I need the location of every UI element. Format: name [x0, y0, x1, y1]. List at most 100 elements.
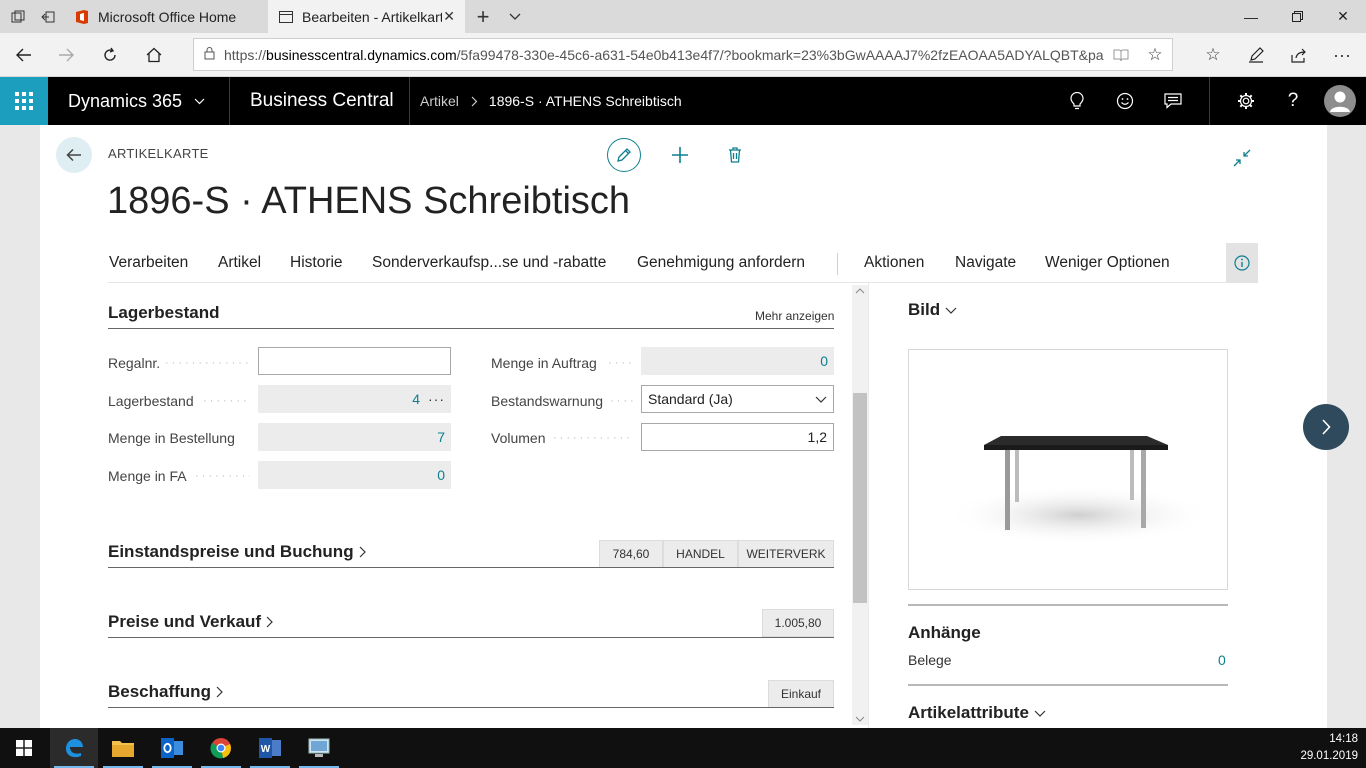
menu-artikel[interactable]: Artikel	[218, 243, 261, 283]
chrome-icon[interactable]	[197, 728, 245, 768]
reading-view-icon[interactable]	[1104, 48, 1138, 62]
settings-gear-icon[interactable]	[1226, 77, 1266, 125]
delete-button[interactable]	[718, 138, 752, 172]
refresh-icon[interactable]	[90, 33, 130, 77]
summary-tag: 1.005,80	[762, 609, 834, 637]
section-title-lagerbestand: Lagerbestand	[108, 303, 220, 322]
factbox-picture-header[interactable]: Bild	[908, 300, 957, 320]
page-title: 1896-S · ATHENS Schreibtisch	[107, 180, 631, 222]
section-header-einstand[interactable]: Einstandspreise und Buchung	[108, 542, 366, 562]
belege-label: Belege	[908, 652, 952, 668]
chevron-right-icon	[471, 96, 478, 106]
scroll-up-icon[interactable]	[855, 288, 865, 294]
attributes-header[interactable]: Artikelattribute	[908, 703, 1046, 723]
lagerbestand-field[interactable]: 4 ···	[258, 385, 451, 413]
notifications-icon[interactable]	[1153, 77, 1193, 125]
product-name[interactable]: Business Central	[250, 77, 394, 125]
menu-weniger-optionen[interactable]: Weniger Optionen	[1045, 243, 1170, 283]
windows-start-icon[interactable]	[0, 728, 48, 768]
browser-tab-bar: Microsoft Office Home Bearbeiten - Artik…	[0, 0, 1366, 33]
attachments-title: Anhänge	[908, 623, 981, 642]
regalnr-input[interactable]	[258, 347, 451, 375]
chevron-down-icon	[194, 98, 205, 104]
app-header: Dynamics 365 Business Central Artikel 18…	[0, 77, 1366, 125]
chevron-down-icon	[945, 307, 957, 314]
collapse-arrows-icon	[1233, 149, 1251, 167]
url-input[interactable]: https://businesscentral.dynamics.com/5fa…	[193, 38, 1173, 71]
volumen-input[interactable]: 1,2	[641, 423, 834, 451]
share-icon[interactable]	[1279, 33, 1319, 77]
show-more-link[interactable]: Mehr anzeigen	[755, 309, 834, 323]
picture-title: Bild	[908, 300, 941, 319]
user-avatar-icon[interactable]	[1320, 77, 1360, 125]
close-window-icon[interactable]: ✕	[1320, 0, 1366, 33]
lightbulb-icon[interactable]	[1057, 77, 1097, 125]
field-label-lagerbestand: Lagerbestand	[108, 393, 194, 409]
section-title-preise: Preise und Verkauf	[108, 612, 262, 631]
tab-list-chevron-icon[interactable]	[500, 0, 530, 33]
section-header-beschaffung[interactable]: Beschaffung	[108, 682, 223, 702]
scroll-down-icon[interactable]	[855, 716, 865, 722]
file-explorer-icon[interactable]	[99, 728, 147, 768]
tab-office-home[interactable]: Microsoft Office Home	[64, 0, 268, 33]
back-button[interactable]	[56, 137, 92, 173]
menu-genehmigung[interactable]: Genehmigung anfordern	[637, 243, 805, 283]
restore-icon[interactable]	[1274, 0, 1320, 33]
new-button[interactable]	[663, 138, 697, 172]
summary-tag: Einkauf	[768, 680, 834, 708]
taskbar-clock[interactable]: 14:18 29.01.2019	[1300, 731, 1358, 765]
menu-aktionen[interactable]: Aktionen	[864, 243, 924, 283]
outlook-icon[interactable]	[148, 728, 196, 768]
breadcrumb: Artikel 1896-S · ATHENS Schreibtisch	[420, 77, 682, 125]
arrow-left-icon	[66, 148, 81, 162]
chevron-right-icon	[266, 616, 273, 628]
app-name[interactable]: Dynamics 365	[68, 77, 205, 125]
attributes-title: Artikelattribute	[908, 703, 1029, 722]
home-icon[interactable]	[134, 33, 174, 77]
info-button[interactable]	[1226, 243, 1258, 283]
label-dots: ··················	[165, 357, 250, 369]
desk-image	[944, 436, 1214, 545]
favorite-star-icon[interactable]: ☆	[1138, 45, 1172, 65]
word-icon[interactable]: W	[246, 728, 294, 768]
breadcrumb-parent[interactable]: Artikel	[420, 93, 459, 109]
tab-preview-icon[interactable]	[0, 0, 36, 33]
more-menu-icon[interactable]: ···	[1322, 33, 1362, 77]
back-icon[interactable]	[4, 33, 44, 77]
edit-button[interactable]	[607, 138, 641, 172]
menu-verarbeiten[interactable]: Verarbeiten	[109, 243, 188, 283]
forward-icon[interactable]	[46, 33, 86, 77]
minimize-icon[interactable]: —	[1228, 0, 1274, 33]
collapse-button[interactable]	[1225, 141, 1259, 175]
item-picture[interactable]	[908, 349, 1228, 590]
assist-edit-icon[interactable]: ···	[428, 391, 445, 407]
breadcrumb-current: 1896-S · ATHENS Schreibtisch	[488, 93, 682, 109]
label-dots: ·····	[610, 395, 633, 407]
app-launcher-icon[interactable]	[0, 77, 48, 125]
tab-artikelkarte[interactable]: Bearbeiten - Artikelkarte ✕	[268, 0, 465, 33]
menu-historie[interactable]: Historie	[290, 243, 343, 283]
remote-desktop-icon[interactable]	[295, 728, 343, 768]
trash-icon	[729, 147, 741, 163]
edge-browser-icon[interactable]	[50, 728, 98, 768]
menge-fa-field[interactable]: 0	[258, 461, 451, 489]
next-record-button[interactable]	[1303, 404, 1349, 450]
menge-bestellung-field[interactable]: 7	[258, 423, 451, 451]
bestandswarnung-select[interactable]: Standard (Ja)	[641, 385, 834, 413]
page-icon	[279, 10, 293, 23]
new-tab-icon[interactable]: +	[465, 0, 501, 33]
smiley-feedback-icon[interactable]	[1105, 77, 1145, 125]
menu-navigate[interactable]: Navigate	[955, 243, 1016, 283]
chevron-right-icon	[359, 546, 366, 558]
help-icon[interactable]: ?	[1273, 77, 1313, 125]
menu-sonderverkaufspreise[interactable]: Sonderverkaufsp...se und -rabatte	[372, 243, 606, 283]
vertical-scrollbar[interactable]	[852, 285, 868, 725]
section-header-preise[interactable]: Preise und Verkauf	[108, 612, 273, 632]
set-aside-tabs-icon[interactable]	[32, 0, 64, 33]
pen-notes-icon[interactable]	[1236, 33, 1276, 77]
favorites-hub-icon[interactable]: ☆	[1193, 33, 1233, 77]
scrollbar-thumb[interactable]	[853, 393, 867, 603]
close-tab-icon[interactable]: ✕	[443, 8, 455, 25]
belege-value[interactable]: 0	[1218, 652, 1226, 668]
menge-auftrag-field[interactable]: 0	[641, 347, 834, 375]
